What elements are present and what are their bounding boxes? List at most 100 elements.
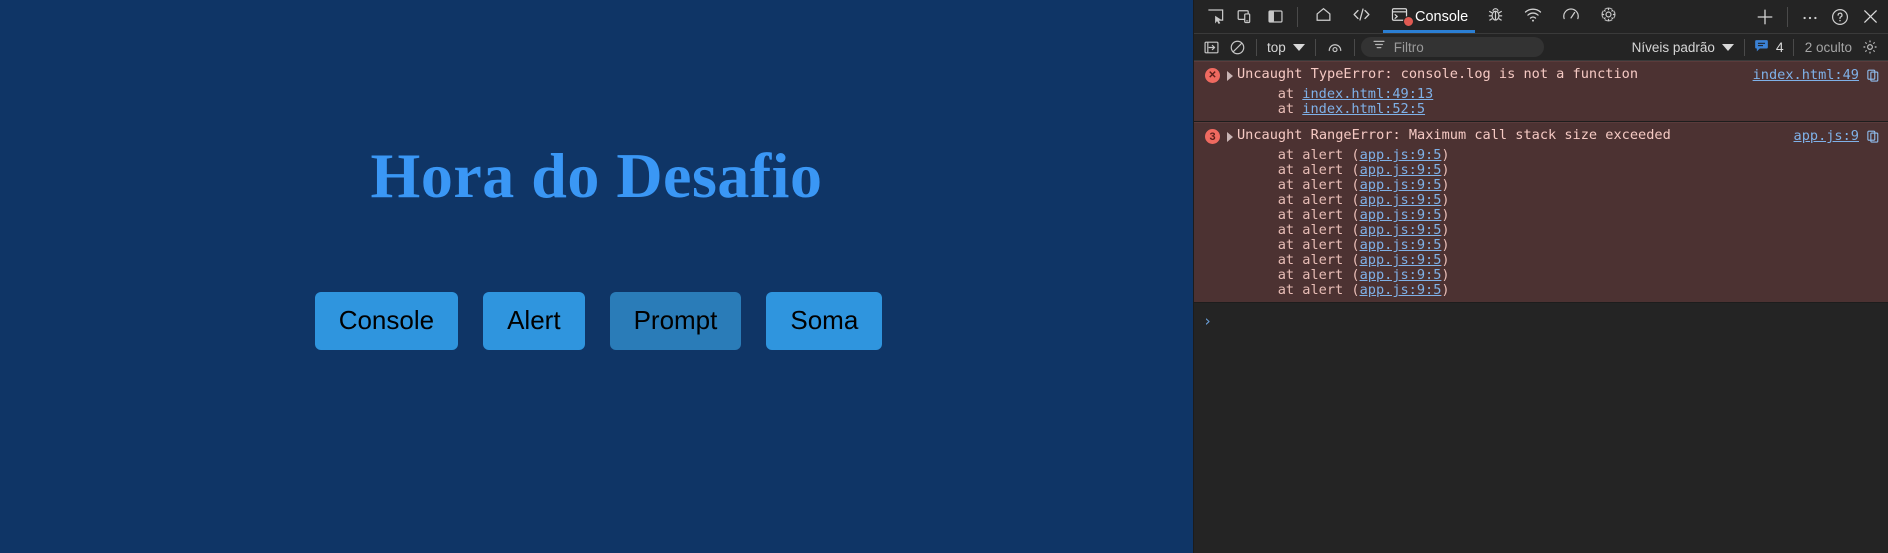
- stack-line-link[interactable]: app.js:9:5: [1360, 222, 1442, 238]
- stack-line-link[interactable]: index.html:52:5: [1302, 101, 1425, 117]
- code-icon: [1351, 5, 1372, 29]
- gauge-icon: [1561, 5, 1581, 29]
- stack-line-suffix: ): [1441, 252, 1450, 268]
- page-title: Hora do Desafio: [370, 140, 823, 211]
- live-expression-icon[interactable]: [1322, 35, 1348, 59]
- stack-line-prefix: at alert (: [1245, 222, 1360, 238]
- tab-memory[interactable]: [1590, 0, 1627, 33]
- stack-line-link[interactable]: app.js:9:5: [1360, 162, 1442, 178]
- error-icon: ✕: [1205, 68, 1220, 83]
- issues-counter[interactable]: 4: [1751, 39, 1787, 56]
- tab-network[interactable]: [1514, 0, 1552, 33]
- close-icon[interactable]: [1855, 3, 1885, 31]
- filterbar-divider-3: [1353, 38, 1355, 56]
- console-error-entry[interactable]: 3 Uncaught RangeError: Maximum call stack…: [1194, 122, 1888, 303]
- devtools-tabbar: Console: [1194, 0, 1888, 33]
- expand-triangle-icon[interactable]: [1227, 71, 1233, 81]
- tab-performance[interactable]: [1552, 0, 1590, 33]
- open-in-sources-icon[interactable]: [1866, 66, 1880, 87]
- console-error-dot-icon: [1403, 16, 1414, 27]
- stack-line-suffix: ): [1441, 177, 1450, 193]
- filterbar-divider-4: [1743, 38, 1745, 56]
- panel-layout-icon[interactable]: [1260, 3, 1290, 31]
- demo-button-console[interactable]: Console: [314, 292, 459, 350]
- clear-console-icon[interactable]: [1224, 35, 1250, 59]
- console-filter-placeholder: Filtro: [1393, 39, 1424, 55]
- stack-line-suffix: ): [1441, 207, 1450, 223]
- tab-debugger[interactable]: [1342, 0, 1381, 33]
- demo-button-soma[interactable]: Soma: [766, 292, 883, 350]
- stack-line-prefix: at alert (: [1245, 267, 1360, 283]
- stack-line-link[interactable]: app.js:9:5: [1360, 207, 1442, 223]
- help-icon[interactable]: [1825, 3, 1855, 31]
- console-stack-line: at alert (app.js:9:5): [1194, 223, 1888, 238]
- network-icon: [1523, 5, 1543, 29]
- tab-console[interactable]: Console: [1381, 0, 1477, 33]
- error-repeat-count-badge: 3: [1205, 129, 1220, 144]
- stack-line-suffix: ): [1441, 162, 1450, 178]
- console-stack-line: at alert (app.js:9:5): [1194, 253, 1888, 268]
- console-stack-line: at alert (app.js:9:5): [1194, 193, 1888, 208]
- console-filter-input[interactable]: Filtro: [1360, 37, 1544, 57]
- stack-line-link[interactable]: app.js:9:5: [1360, 147, 1442, 163]
- filterbar-divider-1: [1256, 38, 1257, 56]
- console-error-header[interactable]: ✕ Uncaught TypeError: console.log is not …: [1194, 65, 1888, 87]
- console-stack-line: at alert (app.js:9:5): [1194, 283, 1888, 298]
- console-stack-line: at alert (app.js:9:5): [1194, 148, 1888, 163]
- stack-line-prefix: at alert (: [1245, 177, 1360, 193]
- stack-line-prefix: at: [1245, 86, 1303, 102]
- more-options-icon[interactable]: [1795, 3, 1825, 31]
- stack-line-suffix: ): [1441, 222, 1450, 238]
- console-stack-line: at alert (app.js:9:5): [1194, 238, 1888, 253]
- bug-icon: [1486, 5, 1505, 29]
- inspect-element-icon[interactable]: [1200, 3, 1230, 31]
- chevron-down-icon: [1292, 43, 1305, 51]
- stack-line-link[interactable]: index.html:49:13: [1302, 86, 1433, 102]
- web-page-viewport: Hora do Desafio Console Alert Prompt Soma: [0, 0, 1193, 553]
- log-levels-label: Níveis padrão: [1631, 39, 1715, 55]
- stack-line-link[interactable]: app.js:9:5: [1360, 177, 1442, 193]
- console-error-source-link[interactable]: app.js:9: [1794, 127, 1859, 144]
- stack-line-suffix: ): [1441, 192, 1450, 208]
- device-toolbar-icon[interactable]: [1230, 3, 1260, 31]
- console-stack-line: at alert (app.js:9:5): [1194, 268, 1888, 283]
- stack-line-prefix: at alert (: [1245, 252, 1360, 268]
- stack-line-suffix: ): [1441, 267, 1450, 283]
- stack-line-suffix: ): [1441, 147, 1450, 163]
- stack-line-link[interactable]: app.js:9:5: [1360, 282, 1442, 298]
- console-messages-area[interactable]: ✕ Uncaught TypeError: console.log is not …: [1194, 61, 1888, 553]
- chevron-down-icon: [1721, 43, 1734, 51]
- console-error-source-link[interactable]: index.html:49: [1753, 66, 1859, 83]
- demo-button-alert[interactable]: Alert: [483, 292, 585, 350]
- add-tab-icon[interactable]: [1750, 3, 1780, 31]
- tab-console-label: Console: [1415, 8, 1469, 25]
- demo-button-prompt[interactable]: Prompt: [609, 292, 742, 350]
- expand-triangle-icon[interactable]: [1227, 132, 1233, 142]
- console-prompt-input[interactable]: [1220, 314, 1888, 329]
- console-stack-line: at alert (app.js:9:5): [1194, 208, 1888, 223]
- log-levels-selector[interactable]: Níveis padrão: [1628, 40, 1738, 55]
- stack-line-link[interactable]: app.js:9:5: [1360, 267, 1442, 283]
- console-stack-line: at index.html:52:5: [1194, 102, 1888, 117]
- stack-line-link[interactable]: app.js:9:5: [1360, 192, 1442, 208]
- console-error-header[interactable]: 3 Uncaught RangeError: Maximum call stack…: [1194, 126, 1888, 148]
- tabbar-divider-right: [1787, 6, 1788, 27]
- console-error-entry[interactable]: ✕ Uncaught TypeError: console.log is not …: [1194, 61, 1888, 122]
- open-in-sources-icon[interactable]: [1866, 127, 1880, 148]
- tab-home[interactable]: [1305, 0, 1342, 33]
- stack-line-link[interactable]: app.js:9:5: [1360, 252, 1442, 268]
- console-prompt-row[interactable]: ›: [1194, 303, 1888, 330]
- stack-line-prefix: at alert (: [1245, 162, 1360, 178]
- hidden-messages-label: 2 oculto: [1804, 39, 1852, 55]
- stack-line-link[interactable]: app.js:9:5: [1360, 237, 1442, 253]
- tab-inspector[interactable]: [1477, 0, 1514, 33]
- execution-context-selector[interactable]: top: [1263, 40, 1309, 55]
- devtools-panel: Console top Filtro Níveis padrão 4 2 ocu…: [1193, 0, 1888, 553]
- stack-line-prefix: at alert (: [1245, 207, 1360, 223]
- gear-icon[interactable]: [1857, 35, 1883, 59]
- stack-line-suffix: ): [1441, 282, 1450, 298]
- console-filterbar: top Filtro Níveis padrão 4 2 oculto: [1194, 33, 1888, 61]
- console-stack-line: at index.html:49:13: [1194, 87, 1888, 102]
- split-console-icon[interactable]: [1198, 35, 1224, 59]
- demo-button-row: Console Alert Prompt Soma: [0, 292, 1193, 350]
